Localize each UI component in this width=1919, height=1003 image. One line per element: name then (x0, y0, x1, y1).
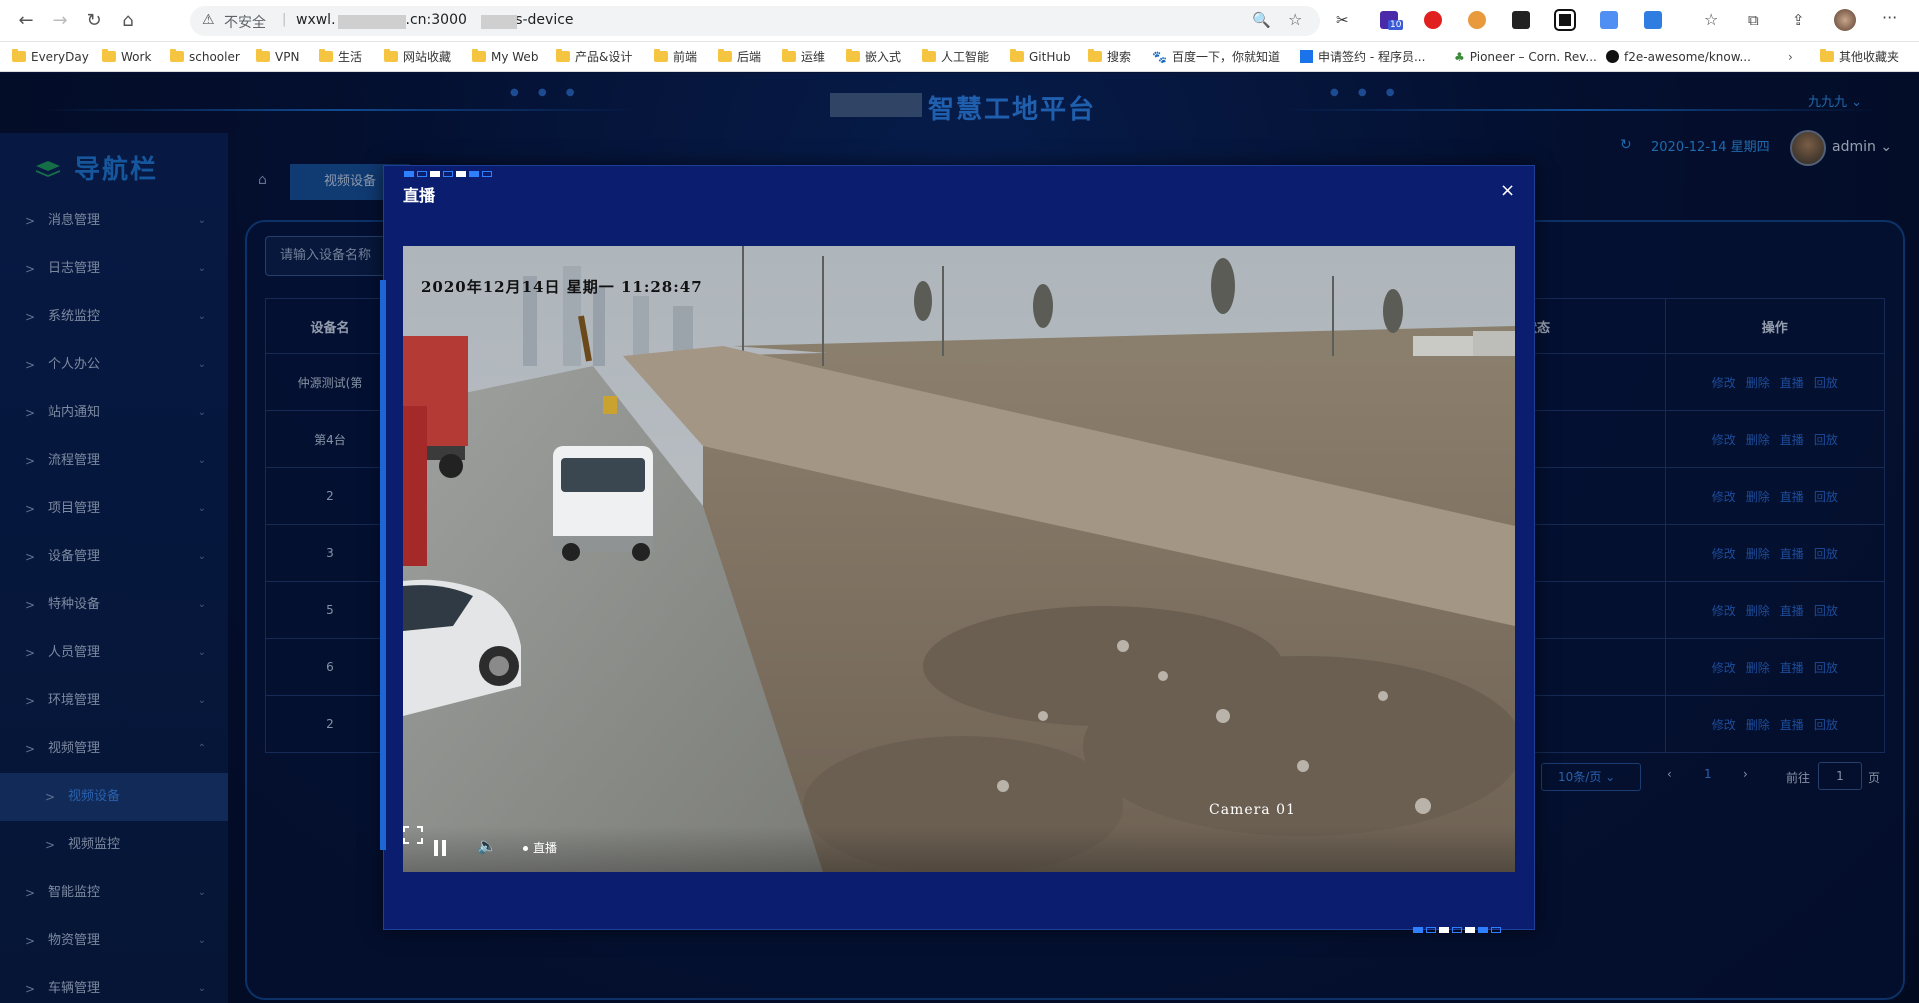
bookmark-life[interactable]: 生活 (319, 49, 362, 65)
profile-avatar[interactable] (1834, 9, 1856, 31)
corn-icon: ♣ (1454, 50, 1465, 64)
reload-icon[interactable]: ↻ (82, 9, 106, 33)
redacted-region (338, 15, 406, 29)
bookmark-search[interactable]: 搜索 (1088, 49, 1131, 65)
folder-icon (1010, 49, 1024, 62)
folder-icon (718, 49, 732, 62)
site-icon (1300, 50, 1313, 63)
bookmark-my-web[interactable]: My Web (472, 49, 538, 65)
folder-icon (782, 49, 796, 62)
folder-icon (1088, 49, 1102, 62)
back-icon[interactable]: ← (14, 9, 38, 33)
address-separator: | (282, 12, 287, 27)
cut-extension-icon[interactable]: ✂ (1336, 11, 1354, 29)
collections-icon[interactable]: ⧉ (1748, 11, 1766, 29)
extension-icon[interactable] (1554, 9, 1576, 31)
folder-icon (12, 49, 26, 62)
warning-icon: ⚠ (202, 12, 215, 28)
fullscreen-icon[interactable] (403, 826, 423, 844)
camera-label: Camera 01 (1209, 802, 1296, 818)
bookmark-f2e-awesome[interactable]: f2e-awesome/know... (1606, 49, 1751, 65)
volume-icon[interactable]: 🔈 (477, 836, 497, 855)
modal-side-accent (380, 280, 386, 850)
modal-decoration (404, 166, 495, 177)
extension-icon[interactable] (1644, 11, 1662, 29)
bookmark-site-collection[interactable]: 网站收藏 (384, 49, 451, 65)
video-frame (403, 246, 1515, 872)
bookmark-vpn[interactable]: VPN (256, 49, 299, 65)
share-icon[interactable]: ⇪ (1792, 11, 1810, 29)
bookmark-other[interactable]: 其他收藏夹 (1820, 49, 1899, 65)
video-controls: 🔈 直播 (403, 826, 1515, 872)
live-video-player[interactable]: 2020年12月14日 星期一 11:28:47 Camera 01 🔈 直播 (403, 246, 1515, 872)
folder-icon (384, 49, 398, 62)
extension-badge: 10 (1388, 20, 1404, 30)
bookmark-ops[interactable]: 运维 (782, 49, 825, 65)
more-icon[interactable]: ··· (1882, 10, 1900, 29)
bookmark-frontend[interactable]: 前端 (654, 49, 697, 65)
folder-icon (256, 49, 270, 62)
bookmark-embedded[interactable]: 嵌入式 (846, 49, 901, 65)
address-bar[interactable]: ⚠ 不安全 | wxwl. .cn:3000 vs-device 🔍 ☆ (190, 6, 1320, 36)
github-icon (1606, 50, 1619, 63)
live-indicator-dot (523, 846, 528, 851)
bookmark-github[interactable]: GitHub (1010, 49, 1071, 65)
extension-icon[interactable] (1512, 11, 1530, 29)
bookmark-backend[interactable]: 后端 (718, 49, 761, 65)
browser-toolbar: ← → ↻ ⌂ ⚠ 不安全 | wxwl. .cn:3000 vs-device 🔍… (0, 0, 1919, 42)
folder-icon (1820, 49, 1834, 62)
extension-icon[interactable] (1468, 11, 1486, 29)
close-icon[interactable]: × (1500, 180, 1515, 201)
translate-icon[interactable] (1600, 11, 1618, 29)
bookmark-ai[interactable]: 人工智能 (922, 49, 989, 65)
home-icon[interactable]: ⌂ (116, 9, 140, 33)
favorites-icon[interactable]: ☆ (1704, 11, 1722, 29)
folder-icon (556, 49, 570, 62)
redacted-region (481, 15, 517, 29)
zoom-icon[interactable]: 🔍 (1252, 11, 1271, 29)
bookmark-product-design[interactable]: 产品&设计 (556, 49, 632, 65)
bookmark-everyday[interactable]: EveryDay (12, 49, 89, 65)
folder-icon (472, 49, 486, 62)
bookmark-schooler[interactable]: schooler (170, 49, 240, 65)
baidu-icon: 🐾 (1152, 50, 1167, 64)
bookmark-baidu[interactable]: 🐾 百度一下，你就知道 (1152, 49, 1280, 65)
folder-icon (846, 49, 860, 62)
forward-icon[interactable]: → (48, 9, 72, 33)
insecure-label: 不安全 (224, 15, 266, 31)
folder-icon (319, 49, 333, 62)
pause-icon[interactable] (433, 840, 447, 856)
modal-decoration (1413, 922, 1504, 933)
star-icon[interactable]: ☆ (1288, 10, 1302, 29)
bookmark-pioneer[interactable]: ♣ Pioneer – Corn. Rev... (1454, 49, 1597, 65)
folder-icon (102, 49, 116, 62)
modal-title: 直播 (403, 186, 436, 205)
folder-icon (170, 49, 184, 62)
bookmark-work[interactable]: Work (102, 49, 151, 65)
live-indicator-label: 直播 (533, 841, 558, 855)
bookmarks-overflow-icon[interactable]: › (1788, 49, 1793, 65)
bookmark-signup[interactable]: 申请签约 - 程序员... (1300, 49, 1425, 65)
folder-icon (922, 49, 936, 62)
folder-icon (654, 49, 668, 62)
video-timestamp: 2020年12月14日 星期一 11:28:47 (421, 278, 703, 296)
opera-extension-icon[interactable] (1424, 11, 1442, 29)
bookmarks-bar: EveryDay Work schooler VPN 生活 网站收藏 My We… (0, 42, 1919, 72)
